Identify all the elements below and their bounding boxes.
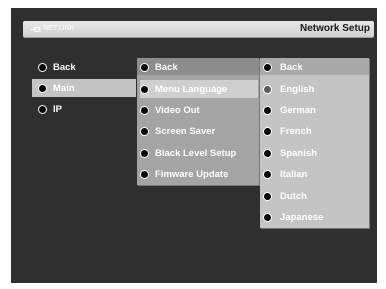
bullet-icon [263,148,272,158]
language-option-italian[interactable]: Italian [263,165,367,183]
language-option-label: German [280,104,316,116]
language-option-label: Italian [280,168,308,180]
language-option-label: French [280,125,312,137]
bullet-icon [140,148,149,158]
language-option-label: English [280,83,315,95]
bullet-icon [263,191,272,201]
menu2-item-label: Fimware Update [155,168,229,180]
menu2-item-label: Screen Saver [155,125,216,137]
language-option-label: Japanese [280,211,324,223]
language-option-label: Dutch [280,190,307,202]
menu1-item-main[interactable]: Main [32,79,136,97]
language-option-back[interactable]: Back [263,58,367,76]
bullet-icon [140,62,149,72]
net-link-logo: NET LINK [31,21,74,37]
menu2-item-label: Back [155,61,178,73]
menu1-item-ip[interactable]: IP [32,100,136,118]
menu2-item-back[interactable]: Back [140,58,258,76]
title-bar: NET LINK Network Setup [23,21,374,37]
menu1-item-label: Back [53,61,76,73]
menu2-item-label: Menu Language [155,83,228,95]
bullet-icon [140,169,149,179]
menu1-item-label: IP [53,103,62,115]
menu2-item-label: Black Level Setup [155,147,237,159]
menu2-item-menu-language[interactable]: Menu Language [140,80,258,98]
bullet-icon [38,83,47,93]
bullet-icon [263,62,272,72]
menu1-item-label: Main [53,82,75,94]
bullet-icon [263,169,272,179]
bullet-icon [140,126,149,136]
bullet-icon [263,105,272,115]
language-option-spanish[interactable]: Spanish [263,144,367,162]
bullet-icon [263,126,272,136]
menu2-item-black-level-setup[interactable]: Black Level Setup [140,144,258,162]
language-option-english[interactable]: English [263,80,367,98]
language-option-german[interactable]: German [263,101,367,119]
current-selection-bullet-icon [263,84,272,94]
bullet-icon [38,62,47,72]
menu2-item-firmware-update[interactable]: Fimware Update [140,165,258,183]
net-link-label: NET LINK [43,25,75,32]
bullet-icon [38,104,47,114]
page-title: Network Setup [299,23,370,34]
language-option-french[interactable]: French [263,122,367,140]
menu2-item-label: Video Out [155,104,200,116]
network-plug-icon [31,26,41,32]
language-option-label: Spanish [280,147,317,159]
menu2-item-video-out[interactable]: Video Out [140,101,258,119]
bullet-icon [263,212,272,222]
language-option-japanese[interactable]: Japanese [263,208,367,226]
language-option-label: Back [280,61,303,73]
menu2-item-screen-saver[interactable]: Screen Saver [140,122,258,140]
language-option-dutch[interactable]: Dutch [263,187,367,205]
bullet-icon [140,105,149,115]
menu1-item-back[interactable]: Back [32,58,136,76]
bullet-icon [140,84,149,94]
